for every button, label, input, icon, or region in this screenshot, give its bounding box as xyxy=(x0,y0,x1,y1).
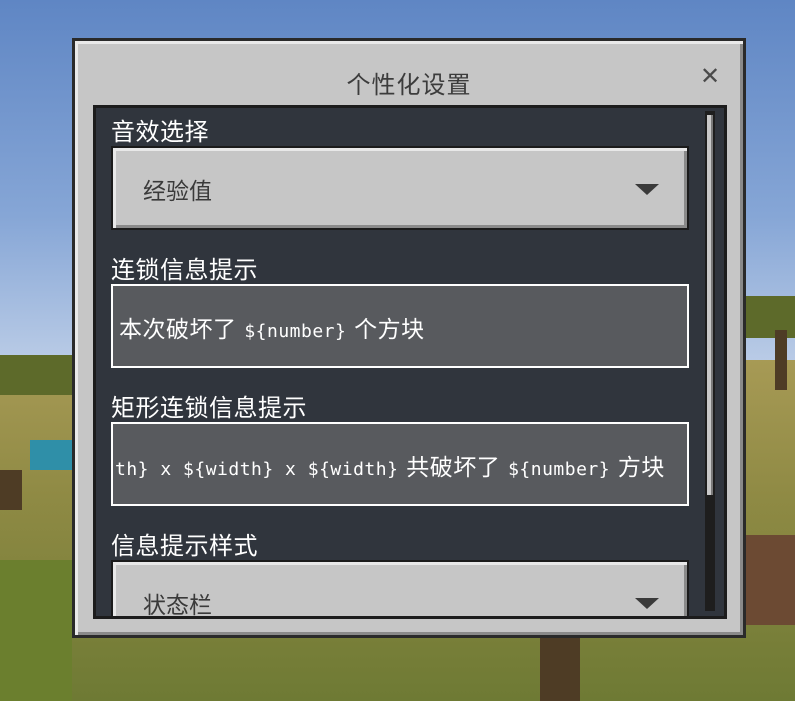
rect-chain-message-part2: 共破坏了 xyxy=(398,455,509,481)
rect-chain-message-value: th} x ${width} x ${width} 共破坏了 ${number}… xyxy=(115,448,665,482)
tree-canopy-left xyxy=(0,355,72,395)
scrollbar[interactable] xyxy=(705,111,715,611)
sound-select-dropdown[interactable]: 经验值 xyxy=(111,146,689,230)
rect-chain-message-label: 矩形连锁信息提示 xyxy=(111,394,307,422)
tree-trunk-right xyxy=(775,330,787,390)
dialog-title: 个性化设置 xyxy=(346,71,472,99)
message-style-label: 信息提示样式 xyxy=(111,532,258,560)
chevron-down-icon xyxy=(635,598,659,609)
chain-message-prefix: 本次破坏了 xyxy=(119,317,245,343)
chain-message-suffix: 个方块 xyxy=(346,317,425,343)
message-style-value: 状态栏 xyxy=(143,593,212,619)
tree-trunk-bottom xyxy=(540,638,580,701)
chevron-down-icon xyxy=(635,184,659,195)
rect-chain-message-part1: th} x ${width} x ${width} xyxy=(115,459,399,480)
settings-dialog: 个性化设置 ✕ 音效选择 经验值 连锁信息提示 本次破坏了 ${number} … xyxy=(72,38,746,638)
rect-chain-message-suffix: 方块 xyxy=(610,455,665,481)
rect-chain-message-input[interactable]: th} x ${width} x ${width} 共破坏了 ${number}… xyxy=(111,422,689,506)
dialog-body: 个性化设置 ✕ 音效选择 经验值 连锁信息提示 本次破坏了 ${number} … xyxy=(75,41,743,635)
dirt-block xyxy=(746,535,795,625)
chain-message-token: ${number} xyxy=(244,321,347,342)
chain-message-value: 本次破坏了 ${number} 个方块 xyxy=(119,310,425,344)
message-style-dropdown[interactable]: 状态栏 xyxy=(111,560,689,619)
sound-select-value: 经验值 xyxy=(143,179,212,205)
chain-message-input[interactable]: 本次破坏了 ${number} 个方块 xyxy=(111,284,689,368)
scrollbar-thumb[interactable] xyxy=(707,115,713,495)
sound-select-label: 音效选择 xyxy=(111,118,209,146)
tree-trunk-left xyxy=(0,470,22,510)
water xyxy=(30,440,72,470)
settings-scroll-panel: 音效选择 经验值 连锁信息提示 本次破坏了 ${number} 个方块 矩形连锁… xyxy=(93,105,727,619)
rect-chain-message-token: ${number} xyxy=(508,459,611,480)
leaves-bottom-left xyxy=(0,560,72,701)
chain-message-label: 连锁信息提示 xyxy=(111,256,258,284)
close-icon[interactable]: ✕ xyxy=(697,63,723,89)
